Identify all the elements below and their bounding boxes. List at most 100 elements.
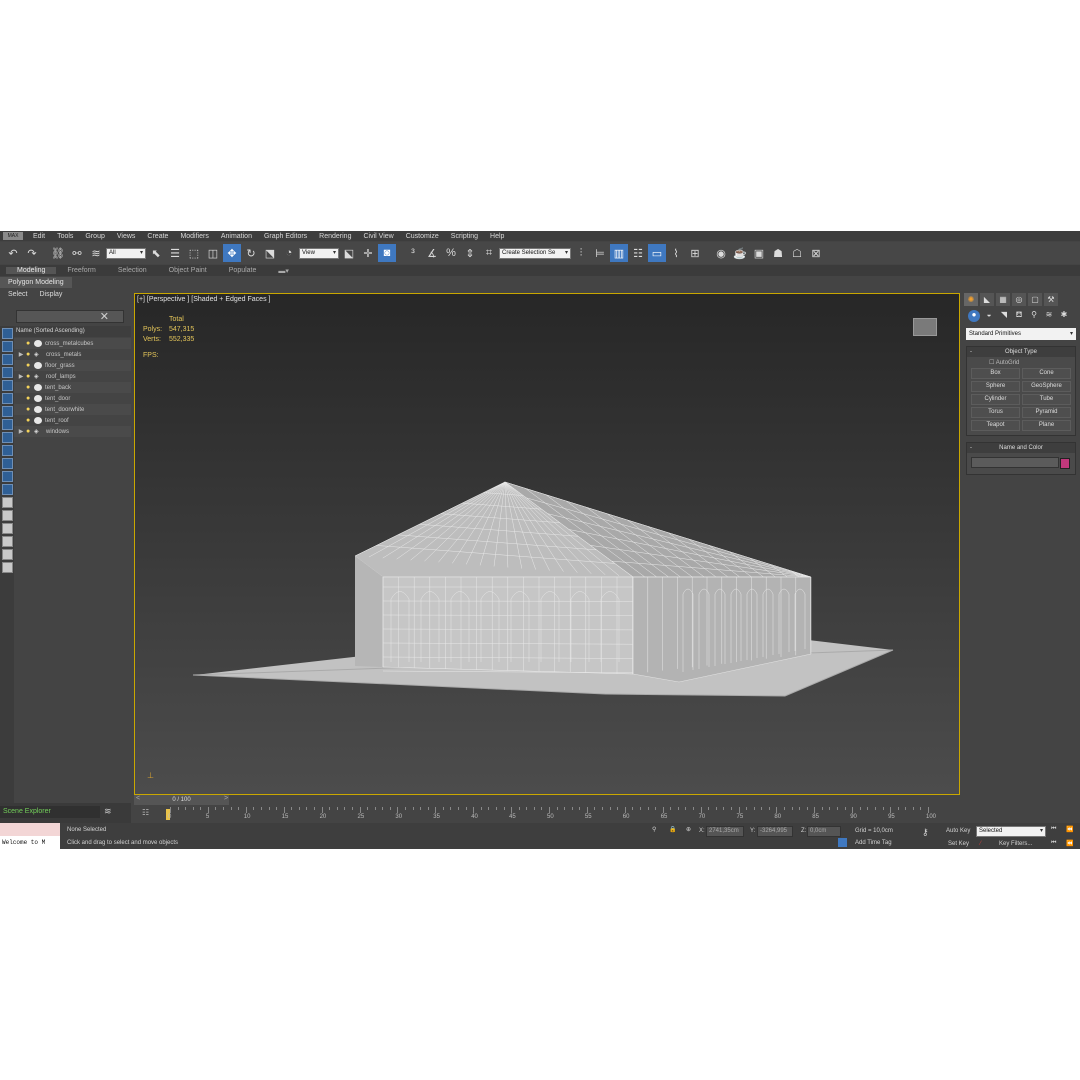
tent-model[interactable] (135, 294, 959, 794)
ribbon-toggle-icon[interactable]: ▭ (648, 244, 666, 262)
invert-display-icon[interactable] (1, 510, 13, 521)
explorer-column-header[interactable]: Name (Sorted Ascending) (14, 326, 131, 337)
lightbulb-icon[interactable]: ● (26, 373, 34, 380)
utilities-tab-icon[interactable]: ⚒ (1044, 293, 1058, 306)
select-move-icon[interactable]: ✥ (223, 244, 241, 262)
shapes-icon[interactable]: ◒ (983, 310, 995, 322)
link-icon[interactable]: ⛓ (49, 244, 67, 262)
display-cameras-icon[interactable] (1, 367, 13, 378)
tab-selection[interactable]: Selection (107, 267, 158, 274)
list-item[interactable]: ● tent_doorwhite (14, 404, 131, 415)
lightbulb-icon[interactable]: ● (26, 351, 34, 358)
maxscript-output[interactable]: Welcome to M (0, 836, 60, 849)
x-coordinate-field[interactable]: 2741,35cm (706, 826, 744, 837)
lightbulb-icon[interactable]: ● (26, 406, 34, 413)
spacewarps-icon[interactable]: ≋ (1043, 310, 1055, 322)
bind-spacewarp-icon[interactable]: ≋ (87, 244, 105, 262)
display-frozen-icon[interactable] (1, 458, 13, 469)
menu-modifiers[interactable]: Modifiers (174, 233, 214, 240)
previous-frame-icon[interactable]: ⏪ (1066, 826, 1073, 833)
display-geometry-icon[interactable] (1, 328, 13, 339)
tab-freeform[interactable]: Freeform (56, 267, 106, 274)
autogrid-checkbox[interactable]: ☐ AutoGrid (967, 357, 1075, 368)
app-logo[interactable]: MAX (3, 232, 23, 240)
tab-populate[interactable]: Populate (218, 267, 268, 274)
lightbulb-icon[interactable]: ● (26, 417, 34, 424)
menu-tools[interactable]: Tools (51, 233, 79, 240)
schematic-view-icon[interactable]: ⊞ (686, 244, 704, 262)
percent-snap-icon[interactable]: % (442, 244, 460, 262)
object-type-header[interactable]: Object Type (967, 347, 1075, 357)
menu-edit[interactable]: Edit (27, 233, 51, 240)
render-setup-icon[interactable]: ☕ (731, 244, 749, 262)
align-icon[interactable]: ⊨ (591, 244, 609, 262)
set-key-icon[interactable]: ⁄ (980, 841, 981, 847)
create-tab-icon[interactable]: ✺ (964, 293, 978, 306)
filter-icon[interactable] (1, 536, 13, 547)
track-bar[interactable]: ☷ 0 5 10 15 20 25 30 35 40 45 50 55 60 65 70 75 80 85 90 95… (134, 806, 960, 823)
motion-tab-icon[interactable]: ◎ (1012, 293, 1026, 306)
key-mode-dropdown[interactable]: Selected (976, 826, 1046, 837)
lightbulb-icon[interactable]: ● (26, 362, 34, 369)
keyboard-shortcut-icon[interactable]: ◙ (378, 244, 396, 262)
display-bones-icon[interactable] (1, 432, 13, 443)
lightbulb-icon[interactable]: ● (26, 428, 34, 435)
list-item[interactable]: ● tent_door (14, 393, 131, 404)
display-none-icon[interactable] (1, 497, 13, 508)
go-to-start-icon[interactable]: ⏮ (1051, 826, 1056, 833)
hierarchy-tab-icon[interactable]: ▦ (996, 293, 1010, 306)
display-xrefs-icon[interactable] (1, 419, 13, 430)
menu-animation[interactable]: Animation (215, 233, 258, 240)
menu-create[interactable]: Create (141, 233, 174, 240)
undo-icon[interactable]: ↶ (4, 244, 22, 262)
redo-icon[interactable]: ↷ (23, 244, 41, 262)
name-color-header[interactable]: Name and Color (967, 443, 1075, 453)
maxscript-listener[interactable] (0, 823, 60, 836)
lightbulb-icon[interactable]: ● (26, 340, 34, 347)
list-item[interactable]: ● floor_grass (14, 360, 131, 371)
list-item[interactable]: ● cross_metalcubes (14, 338, 131, 349)
place-icon[interactable]: ◔ (280, 244, 298, 262)
torus-button[interactable]: Torus (971, 407, 1020, 418)
time-next-arrow[interactable]: > (224, 795, 228, 802)
mirror-icon[interactable]: ⫶ (572, 244, 590, 262)
list-item[interactable]: ● tent_back (14, 382, 131, 393)
pivot-icon[interactable]: ⬕ (340, 244, 358, 262)
set-key-button[interactable]: Set Key (948, 841, 969, 847)
display-spacewarps-icon[interactable] (1, 393, 13, 404)
scene-explorer-dropdown[interactable]: Scene Explorer (0, 806, 100, 818)
box-button[interactable]: Box (971, 368, 1020, 379)
display-tab-icon[interactable]: ▢ (1028, 293, 1042, 306)
list-item[interactable]: ▶ ● ◈ roof_lamps (14, 371, 131, 382)
hierarchy-icon[interactable] (1, 549, 13, 560)
menu-rendering[interactable]: Rendering (313, 233, 357, 240)
cameras-icon[interactable]: ⛾ (1013, 310, 1025, 322)
display-groups-icon[interactable] (1, 406, 13, 417)
display-containers-icon[interactable] (1, 445, 13, 456)
reference-coord-dropdown[interactable]: View (299, 247, 339, 259)
list-item[interactable]: ● tent_roof (14, 415, 131, 426)
helpers-icon[interactable]: ⚲ (1028, 310, 1040, 322)
absolute-mode-icon[interactable]: ⊕ (686, 826, 691, 833)
selection-filter-dropdown[interactable]: All (106, 247, 146, 259)
display-all-icon[interactable] (1, 484, 13, 495)
scene-explorer-toggle-icon[interactable]: ▥ (610, 244, 628, 262)
rect-selection-icon[interactable]: ⬚ (185, 244, 203, 262)
angle-snap-icon[interactable]: ∡ (423, 244, 441, 262)
time-tag-icon[interactable] (838, 838, 847, 847)
select-by-name-icon[interactable]: ☰ (166, 244, 184, 262)
perspective-viewport[interactable]: [+] [Perspective ] [Shaded + Edged Faces… (134, 293, 960, 795)
menu-group[interactable]: Group (79, 233, 110, 240)
z-coordinate-field[interactable]: 0,0cm (807, 826, 841, 837)
snap-toggle-icon[interactable]: ³ (404, 244, 422, 262)
select-scale-icon[interactable]: ⬔ (261, 244, 279, 262)
menu-views[interactable]: Views (111, 233, 142, 240)
prev-key-icon[interactable]: ⏪ (1066, 840, 1073, 847)
list-item[interactable]: ▶ ● ◈ cross_metals (14, 349, 131, 360)
cone-button[interactable]: Cone (1022, 368, 1071, 379)
lights-icon[interactable]: ◥ (998, 310, 1010, 322)
lightbulb-icon[interactable]: ● (26, 384, 34, 391)
next-key-icon[interactable]: ⏮ (1051, 840, 1056, 847)
cylinder-button[interactable]: Cylinder (971, 394, 1020, 405)
rendered-frame-icon[interactable]: ▣ (750, 244, 768, 262)
